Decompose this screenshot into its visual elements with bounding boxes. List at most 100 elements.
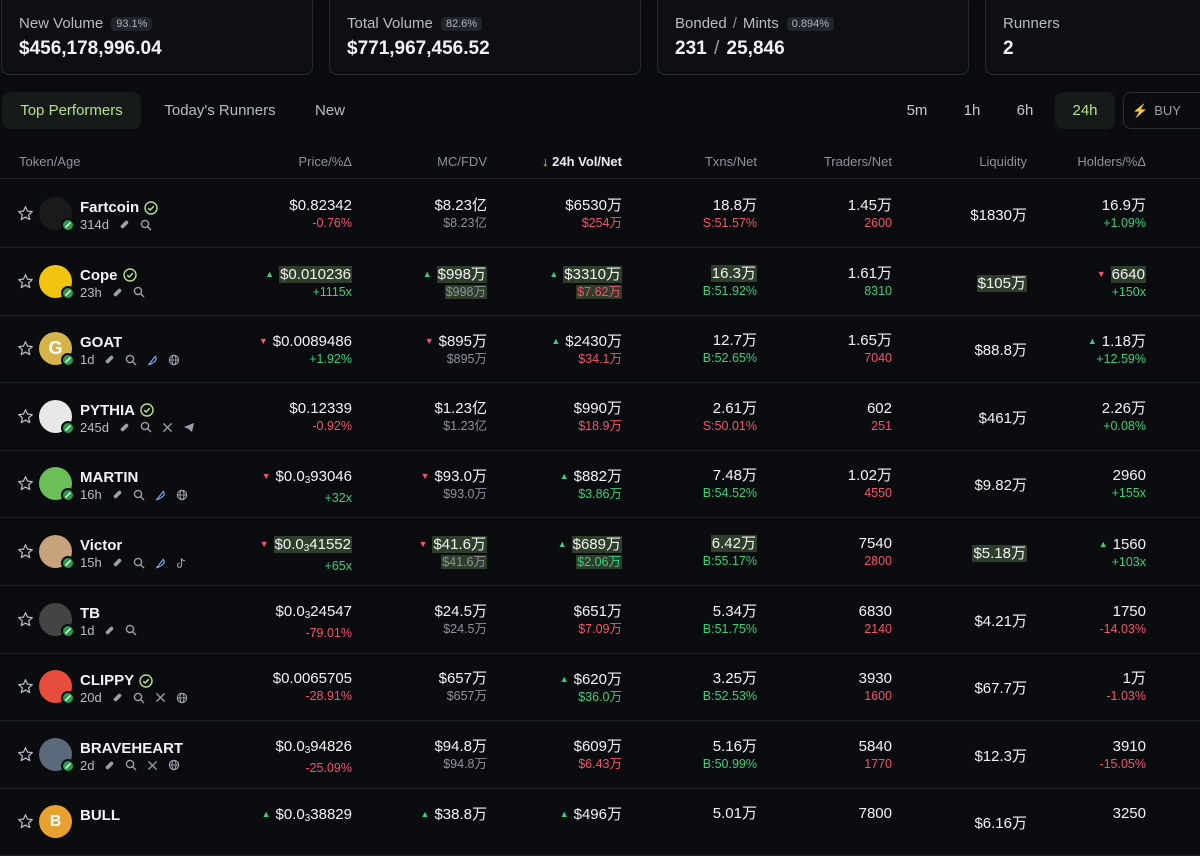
star-icon[interactable] — [17, 340, 34, 357]
table-row[interactable]: TB 1d $0.0324547 -79.01% $24.5万 $24.5万 $651万 $7… — [0, 586, 1200, 654]
txns_net-value: B:54.52% — [702, 486, 757, 501]
trend-down-icon: ▼ — [261, 471, 271, 482]
table-row[interactable]: G GOAT 1d ▼ $0.0089486 +1.92% ▼ $895万 $895万 ▲ $243… — [0, 315, 1200, 384]
search-icon[interactable] — [128, 557, 145, 569]
pill-icon[interactable] — [114, 219, 130, 230]
timeframe-24h[interactable]: 24h — [1055, 92, 1115, 129]
header-liquidity[interactable]: Liquidity — [979, 154, 1027, 169]
x-icon[interactable] — [142, 760, 158, 771]
search-icon[interactable] — [135, 421, 152, 433]
table-row[interactable]: BRAVEHEART 2d $0.0394826 -25.09% $94.8万 $94.8… — [0, 721, 1200, 789]
pump-badge-icon — [61, 691, 75, 706]
star-icon[interactable] — [17, 205, 34, 222]
token-name[interactable]: Fartcoin — [80, 199, 139, 216]
star-icon[interactable] — [17, 678, 34, 695]
tab-top-performers[interactable]: Top Performers — [2, 92, 141, 129]
header-holders[interactable]: Holders/%Δ — [1077, 154, 1146, 169]
pill-icon[interactable] — [99, 625, 115, 636]
search-icon[interactable] — [128, 692, 145, 704]
globe-icon[interactable] — [163, 759, 180, 771]
token-name[interactable]: Victor — [80, 537, 122, 554]
token-name[interactable]: PYTHIA — [80, 402, 135, 419]
liquidity-value: $1830万 — [970, 204, 1027, 225]
liquidity-value: $9.82万 — [974, 474, 1027, 495]
timeframe-1h[interactable]: 1h — [950, 92, 994, 129]
cell-txns: 6.42万 B:55.17% — [703, 535, 757, 570]
pill-icon[interactable] — [99, 760, 115, 771]
price-change: +32x — [324, 491, 352, 506]
x-icon[interactable] — [150, 692, 166, 703]
traders-value: 6830 — [858, 602, 892, 620]
header-token-age[interactable]: Token/Age — [19, 154, 80, 169]
token-name[interactable]: CLIPPY — [80, 672, 134, 689]
star-icon[interactable] — [17, 611, 34, 628]
tab-todays-runners[interactable]: Today's Runners — [150, 92, 290, 129]
star-icon[interactable] — [17, 408, 34, 425]
timeframe-6h[interactable]: 6h — [1003, 92, 1047, 129]
star-icon[interactable] — [17, 746, 34, 763]
telegram-icon[interactable] — [178, 422, 195, 433]
table-row[interactable]: MARTIN 16h ▼ $0.0393046 +32x ▼ $93.0万 $93.0万 ▲ $8… — [0, 450, 1200, 519]
table-row[interactable]: CLIPPY 20d $0.0065705 -28.91% $657万 $657万 ▲ $62… — [0, 653, 1200, 722]
header-mc-fdv[interactable]: MC/FDV — [437, 154, 487, 169]
token-name[interactable]: BULL — [80, 807, 120, 824]
price-change: -25.09% — [305, 760, 352, 775]
table-row[interactable]: Cope 23h ▲ $0.010236 +1115x ▲ $998万 $998万 ▲ $3310… — [0, 248, 1200, 316]
timeframe-5m[interactable]: 5m — [893, 92, 941, 129]
pill-icon[interactable] — [99, 354, 115, 365]
header-traders[interactable]: Traders/Net — [824, 154, 892, 169]
search-icon[interactable] — [128, 489, 145, 501]
feather-icon[interactable] — [142, 354, 158, 366]
token-name[interactable]: GOAT — [80, 334, 122, 351]
vol_net-value: $254万 — [581, 216, 622, 230]
search-icon[interactable] — [120, 759, 137, 771]
globe-icon[interactable] — [163, 354, 180, 366]
buy-button[interactable]: ⚡ BUY — [1123, 92, 1200, 129]
liquidity-text: $67.7万 — [974, 680, 1027, 698]
fdv-value: $94.8万 — [443, 756, 487, 771]
table-row[interactable]: PYTHIA 245d $0.12339 -0.92% $1.23亿 $1.23亿 $990… — [0, 383, 1200, 451]
verified-icon — [144, 200, 158, 215]
x-icon[interactable] — [157, 422, 173, 433]
liquidity-text: $105万 — [976, 274, 1027, 292]
star-icon[interactable] — [17, 475, 34, 492]
tiktok-icon[interactable] — [171, 557, 187, 569]
table-row[interactable]: Fartcoin 314d $0.82342 -0.76% $8.23亿 $8.23亿 $6… — [0, 180, 1200, 248]
new-volume-label: New Volume — [19, 15, 104, 32]
token-name[interactable]: TB — [80, 605, 100, 622]
search-icon[interactable] — [135, 219, 152, 231]
star-icon[interactable] — [17, 273, 34, 290]
header-txns[interactable]: Txns/Net — [705, 154, 757, 169]
globe-icon[interactable] — [171, 489, 188, 501]
pill-icon[interactable] — [107, 692, 123, 703]
table-row[interactable]: B BULL ▲ $0.0338829 ▲ $38.8万 ▲ $496万 5.01万 7800 $6… — [0, 788, 1200, 856]
vol-value: $620万 — [573, 671, 622, 689]
token-name[interactable]: BRAVEHEART — [80, 740, 183, 757]
feather-icon[interactable] — [150, 557, 166, 569]
pill-icon[interactable] — [107, 557, 123, 568]
token-name[interactable]: Cope — [80, 267, 118, 284]
cell-mc: ▲ $38.8万 — [421, 805, 487, 824]
vol-value: $882万 — [573, 468, 622, 486]
pill-icon[interactable] — [107, 287, 123, 298]
vol_net-value: $2.06万 — [576, 555, 622, 569]
tab-new[interactable]: New — [300, 92, 360, 129]
price-value: $0.0338829 — [276, 806, 352, 824]
globe-icon[interactable] — [171, 692, 188, 704]
pill-icon[interactable] — [114, 422, 130, 433]
header-24h-vol[interactable]: ↓ 24h Vol/Net — [542, 154, 622, 169]
star-icon[interactable] — [17, 813, 34, 830]
search-icon[interactable] — [120, 354, 137, 366]
price-prefix: $0.0 — [275, 602, 305, 620]
pill-icon[interactable] — [107, 489, 123, 500]
star-icon[interactable] — [17, 543, 34, 560]
token-name[interactable]: MARTIN — [80, 469, 138, 486]
search-icon[interactable] — [120, 624, 137, 636]
bonded-slash: / — [732, 15, 737, 32]
txns-value: 16.3万 — [710, 264, 757, 282]
feather-icon[interactable] — [150, 489, 166, 501]
header-price[interactable]: Price/%Δ — [299, 154, 352, 169]
traders-value: 1.45万 — [847, 197, 892, 214]
search-icon[interactable] — [128, 286, 145, 298]
table-row[interactable]: Victor 15h ▼ $0.0341552 +65x ▼ $41.6万 $41.6万 ▲ $6… — [0, 518, 1200, 586]
